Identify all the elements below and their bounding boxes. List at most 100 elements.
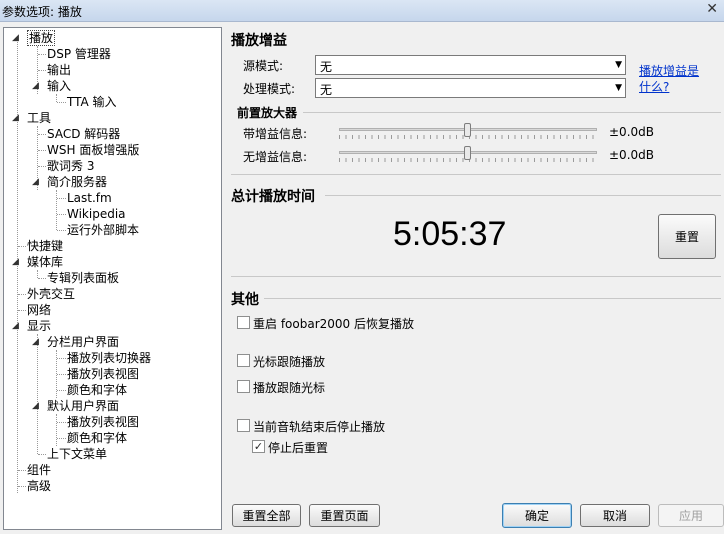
stop-after-current-checkbox[interactable] [237,419,250,432]
total-time-heading: 总计播放时间 [231,189,315,205]
tree-connector [37,334,38,454]
tree-connector [56,94,57,102]
tree-item-album-list[interactable]: 专辑列表面板 [47,270,119,286]
tree-connector [57,390,66,391]
tree-item-default-ui[interactable]: 默认用户界面 [47,398,119,414]
tree-item-input[interactable]: 输入 [47,78,71,94]
tree-connector [57,214,66,215]
tree-item-context-menu[interactable]: 上下文菜单 [47,446,107,462]
tree-connector [38,134,46,135]
chevron-down-icon: ▼ [615,60,622,70]
title-bar: 参数选项: 播放 ✕ [0,0,724,22]
tree-connector [57,422,66,423]
section-divider [231,174,721,175]
tree-connector [57,230,66,231]
reset-on-stop-checkbox[interactable]: ✓ [252,440,265,453]
tree-item-run-script[interactable]: 运行外部脚本 [67,222,139,238]
cancel-button[interactable]: 取消 [580,504,650,527]
tree-connector [57,358,66,359]
tree-item-lastfm[interactable]: Last.fm [67,190,112,206]
tree-item-wikipedia[interactable]: Wikipedia [67,206,126,222]
expand-icon[interactable]: ◢ [32,174,39,190]
total-time-value: 5:05:37 [393,215,507,253]
tree-item-media-library[interactable]: 媒体库 [27,254,63,270]
tree-item-output[interactable]: 输出 [47,62,71,78]
section-divider [264,298,721,299]
expand-icon[interactable]: ◢ [32,334,39,350]
window-title: 参数选项: 播放 [2,5,82,19]
tree-connector [57,198,66,199]
tree-item-wsh[interactable]: WSH 面板增强版 [47,142,139,158]
apply-button[interactable]: 应用 [658,504,724,527]
tree-connector [38,70,46,71]
tree-connector [56,190,57,230]
expand-icon[interactable]: ◢ [12,30,19,46]
tree-item-columns-ui[interactable]: 分栏用户界面 [47,334,119,350]
tree-connector [38,278,46,279]
reset-all-button[interactable]: 重置全部 [232,504,301,527]
replaygain-heading: 播放增益 [231,33,287,49]
close-icon[interactable]: ✕ [706,1,718,17]
processing-mode-select[interactable]: 无 ▼ [315,78,626,98]
source-mode-label: 源模式: [243,59,284,73]
tree-item-tools[interactable]: 工具 [27,110,51,126]
resume-on-restart-label: 重启 foobar2000 后恢复播放 [253,317,414,331]
tree-connector [56,414,57,446]
reset-time-button[interactable]: 重置 [658,214,716,259]
section-divider [231,276,721,277]
tree-item-shortcuts[interactable]: 快捷键 [27,238,63,254]
expand-icon[interactable]: ◢ [12,318,19,334]
source-mode-select[interactable]: 无 ▼ [315,55,626,75]
preamp-with-label: 带增益信息: [243,127,308,141]
reset-page-button[interactable]: 重置页面 [309,504,380,527]
cursor-follows-playback-checkbox[interactable] [237,354,250,367]
source-mode-value: 无 [320,60,333,74]
chevron-down-icon: ▼ [615,83,622,93]
expand-icon[interactable]: ◢ [12,254,19,270]
preamp-heading: 前置放大器 [237,106,298,120]
resume-on-restart-checkbox[interactable] [237,316,250,329]
tree-item-colors-fonts[interactable]: 颜色和字体 [67,430,127,446]
playback-follows-cursor-checkbox[interactable] [237,380,250,393]
ok-button[interactable]: 确定 [502,503,572,528]
tree-connector [57,438,66,439]
tree-item-sacd[interactable]: SACD 解码器 [47,126,120,142]
expand-icon[interactable]: ◢ [32,78,39,94]
tree-connector [18,294,26,295]
section-divider [303,112,721,113]
cursor-follows-playback-label: 光标跟随播放 [253,355,326,369]
tree-item-tta-input[interactable]: TTA 输入 [67,94,117,110]
replaygain-help-link[interactable]: 播放增益是 什么? [639,63,699,95]
tree-item-colors-fonts[interactable]: 颜色和字体 [67,382,127,398]
tree-item-advanced[interactable]: 高级 [27,478,51,494]
section-divider [325,195,721,196]
other-heading: 其他 [231,292,259,308]
tree-item-network[interactable]: 网络 [27,302,51,318]
reset-on-stop-label: 停止后重置 [268,441,329,455]
tree-item-playlist-view[interactable]: 播放列表视图 [67,366,139,382]
preamp-without-value: ±0.0dB [609,148,654,162]
tree-connector [38,166,46,167]
tree-item-dsp-manager[interactable]: DSP 管理器 [47,46,111,62]
tree-item-components[interactable]: 组件 [27,462,51,478]
tree-item-shell[interactable]: 外壳交互 [27,286,75,302]
preamp-with-thumb[interactable] [464,123,471,137]
tree-item-playback[interactable]: 播放 [27,30,56,46]
tree-item-lyrics[interactable]: 歌词秀 3 [47,158,94,174]
preamp-with-value: ±0.0dB [609,125,654,139]
stop-after-current-label: 当前音轨结束后停止播放 [253,420,386,434]
tree-connector [37,270,38,278]
expand-icon[interactable]: ◢ [32,398,39,414]
tree-connector [57,102,66,103]
tree-item-playlist-view[interactable]: 播放列表视图 [67,414,139,430]
tree-item-playlist-switcher[interactable]: 播放列表切换器 [67,350,151,366]
tree-connector [18,246,26,247]
preferences-tree[interactable]: ◢ 播放 DSP 管理器 输出 ◢ 输入 TTA 输入 ◢ 工具 SACD 解码… [3,27,222,530]
tree-connector [38,454,46,455]
expand-icon[interactable]: ◢ [12,110,19,126]
preamp-without-thumb[interactable] [464,146,471,160]
processing-mode-value: 无 [320,83,333,97]
tree-item-bio-server[interactable]: 简介服务器 [47,174,107,190]
tree-connector [38,150,46,151]
tree-item-display[interactable]: 显示 [27,318,51,334]
